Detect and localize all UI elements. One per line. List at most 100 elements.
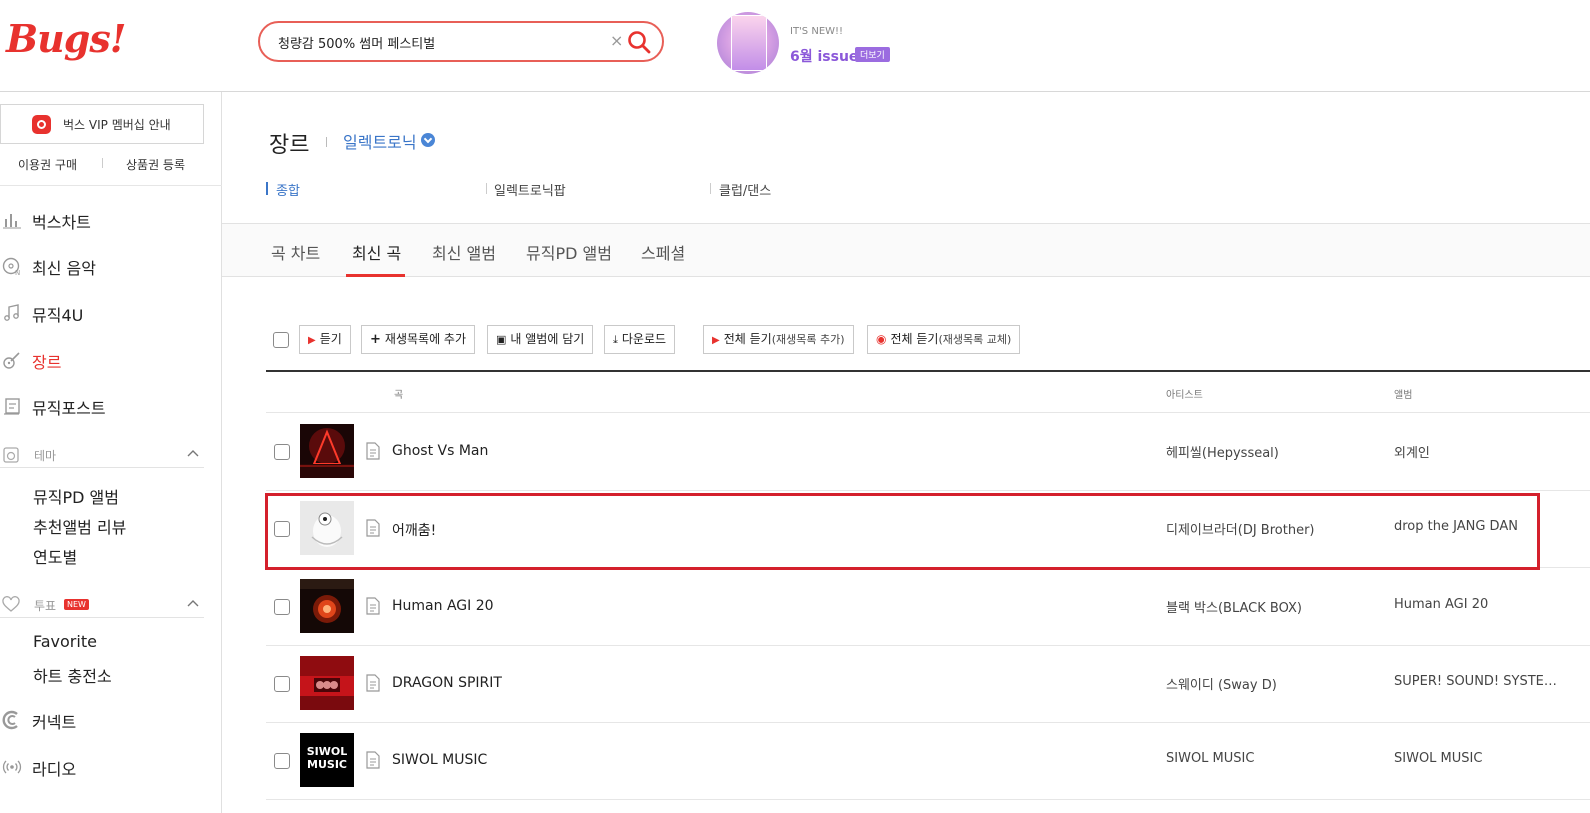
search-input[interactable] bbox=[278, 31, 598, 53]
song-title[interactable]: SIWOL MUSIC bbox=[392, 752, 487, 768]
lyrics-icon[interactable] bbox=[365, 751, 381, 769]
chevron-up-icon[interactable] bbox=[186, 447, 200, 461]
artist-name[interactable]: 헤피씰(Hepysseal) bbox=[1166, 442, 1279, 461]
sidebar-item-recommended-review[interactable]: 추천앨범 리뷰 bbox=[33, 514, 126, 538]
chevron-up-icon[interactable] bbox=[186, 597, 200, 611]
cover-text: SIWOL MUSIC bbox=[306, 745, 348, 771]
bugs-logo[interactable]: Bugs! bbox=[6, 16, 126, 61]
tab-special[interactable]: 스페셜 bbox=[641, 240, 685, 264]
download-button[interactable]: ⤓ 다운로드 bbox=[604, 325, 676, 354]
add-to-playlist-button[interactable]: + 재생목록에 추가 bbox=[361, 325, 476, 354]
sidebar-item-music-post[interactable]: 뮤직포스트 bbox=[0, 392, 222, 420]
album-add-icon: ▣ bbox=[496, 333, 507, 346]
active-indicator bbox=[266, 182, 268, 195]
tab-song-chart[interactable]: 곡 차트 bbox=[271, 240, 320, 264]
album-cover[interactable] bbox=[300, 424, 354, 478]
sidebar-item-musicpd-album[interactable]: 뮤직PD 앨범 bbox=[33, 484, 119, 508]
sidebar-item-bugs-chart[interactable]: 벅스차트 bbox=[0, 206, 222, 234]
song-title[interactable]: Ghost Vs Man bbox=[392, 443, 488, 459]
sidebar-item-label: 뮤직포스트 bbox=[32, 399, 106, 418]
album-name[interactable]: 외계인 bbox=[1394, 442, 1430, 461]
tab-latest-songs[interactable]: 최신 곡 bbox=[352, 240, 401, 264]
sidebar-item-connect[interactable]: 커넥트 bbox=[0, 706, 222, 734]
sidebar-item-heart-charge[interactable]: 하트 충전소 bbox=[33, 663, 112, 687]
divider bbox=[0, 185, 222, 186]
vote-group-header[interactable]: 투표 NEW bbox=[0, 594, 204, 618]
album-cover[interactable] bbox=[300, 656, 354, 710]
music-note-icon bbox=[4, 304, 19, 321]
divider bbox=[266, 799, 1590, 800]
sidebar-item-new-music[interactable]: N 최신 음악 bbox=[0, 252, 222, 280]
row-checkbox[interactable] bbox=[274, 753, 290, 769]
subcategory-electronic-pop[interactable]: 일렉트로닉팝 bbox=[494, 180, 566, 199]
theme-group-header[interactable]: 테마 bbox=[0, 444, 204, 468]
issue-more-button[interactable]: 더보기 bbox=[855, 47, 890, 62]
register-coupon-link[interactable]: 상품권 등록 bbox=[126, 156, 185, 173]
highlight-box bbox=[265, 493, 1540, 570]
lyrics-icon[interactable] bbox=[365, 597, 381, 615]
divider bbox=[102, 158, 103, 168]
divider bbox=[710, 183, 711, 194]
tab-bar: 곡 차트 최신 곡 최신 앨범 뮤직PD 앨범 스페셜 bbox=[222, 223, 1590, 277]
table-row[interactable]: Human AGI 20 블랙 박스(BLACK BOX) Human AGI … bbox=[222, 569, 1590, 645]
table-row[interactable]: Ghost Vs Man 헤피씰(Hepysseal) 외계인 bbox=[222, 414, 1590, 490]
issue-thumbnail[interactable] bbox=[717, 12, 779, 74]
tab-musicpd-albums[interactable]: 뮤직PD 앨범 bbox=[526, 240, 612, 264]
artist-name[interactable]: SIWOL MUSIC bbox=[1166, 751, 1254, 766]
search-icon[interactable] bbox=[626, 29, 652, 55]
sidebar-item-favorite[interactable]: Favorite bbox=[33, 632, 97, 651]
album-cover[interactable] bbox=[300, 579, 354, 633]
plus-icon: + bbox=[370, 332, 381, 347]
genre-dropdown[interactable]: 일렉트로닉 bbox=[343, 129, 417, 153]
download-icon: ⤓ bbox=[613, 333, 618, 346]
vip-membership-button[interactable]: 벅스 VIP 멤버십 안내 bbox=[0, 104, 204, 144]
sidebar-item-label: 뮤직4U bbox=[32, 306, 84, 325]
vip-logo-icon bbox=[32, 115, 51, 134]
tab-latest-albums[interactable]: 최신 앨범 bbox=[432, 240, 496, 264]
sidebar-item-genre[interactable]: 장르 bbox=[0, 346, 222, 374]
table-row[interactable]: SIWOL MUSIC SIWOL MUSIC SIWOL MUSIC SIWO… bbox=[222, 723, 1590, 799]
play-all-replace-button[interactable]: ◉ 전체 듣기(재생목록 교체) bbox=[867, 325, 1021, 354]
replace-play-icon: ◉ bbox=[876, 332, 887, 346]
lyrics-icon[interactable] bbox=[365, 674, 381, 692]
album-name[interactable]: SIWOL MUSIC bbox=[1394, 751, 1482, 766]
lyrics-icon[interactable] bbox=[365, 442, 381, 460]
add-to-my-album-button[interactable]: ▣ 내 앨범에 담기 bbox=[487, 325, 594, 354]
clear-icon[interactable]: × bbox=[610, 31, 623, 50]
album-name[interactable]: SUPER! SOUND! SYSTE… bbox=[1394, 674, 1557, 689]
guitar-icon bbox=[3, 352, 20, 369]
active-tab-indicator bbox=[346, 274, 405, 277]
album-name[interactable]: Human AGI 20 bbox=[1394, 597, 1488, 612]
select-all-checkbox[interactable] bbox=[273, 332, 289, 348]
column-header-album: 앨범 bbox=[1394, 390, 1413, 401]
album-cover[interactable]: SIWOL MUSIC bbox=[300, 733, 354, 787]
artist-name[interactable]: 스웨이디 (Sway D) bbox=[1166, 674, 1277, 693]
issue-title[interactable]: 6월 issue bbox=[790, 46, 858, 66]
listen-button[interactable]: ▶ 듣기 bbox=[299, 325, 351, 354]
row-checkbox[interactable] bbox=[274, 599, 290, 615]
chevron-down-icon[interactable] bbox=[421, 133, 435, 147]
subcategory-club-dance[interactable]: 클럽/댄스 bbox=[719, 180, 771, 199]
new-badge: NEW bbox=[64, 599, 89, 610]
radio-icon bbox=[2, 760, 22, 774]
song-title[interactable]: DRAGON SPIRIT bbox=[392, 675, 502, 691]
disc-new-icon: N bbox=[2, 257, 20, 276]
sidebar-item-by-year[interactable]: 연도별 bbox=[33, 544, 77, 568]
vote-group-label: 투표 bbox=[34, 599, 57, 613]
top-header: Bugs! × IT'S NEW!! 6월 issue 더보기 bbox=[0, 0, 1590, 92]
vip-membership-label: 벅스 VIP 멤버십 안내 bbox=[63, 118, 171, 132]
table-row[interactable]: DRAGON SPIRIT 스웨이디 (Sway D) SUPER! SOUND… bbox=[222, 646, 1590, 722]
column-header-artist: 아티스트 bbox=[1166, 390, 1203, 401]
buy-pass-link[interactable]: 이용권 구매 bbox=[18, 156, 77, 173]
row-checkbox[interactable] bbox=[274, 676, 290, 692]
chart-bars-icon bbox=[3, 214, 21, 229]
row-checkbox[interactable] bbox=[274, 444, 290, 460]
song-title[interactable]: Human AGI 20 bbox=[392, 598, 494, 614]
sidebar-item-radio[interactable]: 라디오 bbox=[0, 753, 222, 781]
artist-name[interactable]: 블랙 박스(BLACK BOX) bbox=[1166, 597, 1302, 616]
sidebar-item-music4u[interactable]: 뮤직4U bbox=[0, 299, 222, 327]
sidebar-item-label: 라디오 bbox=[32, 760, 77, 779]
play-all-add-button[interactable]: ▶ 전체 듣기(재생목록 추가) bbox=[703, 325, 854, 354]
sidebar-item-label: 최신 음악 bbox=[32, 259, 96, 278]
subcategory-all[interactable]: 종합 bbox=[276, 180, 300, 199]
